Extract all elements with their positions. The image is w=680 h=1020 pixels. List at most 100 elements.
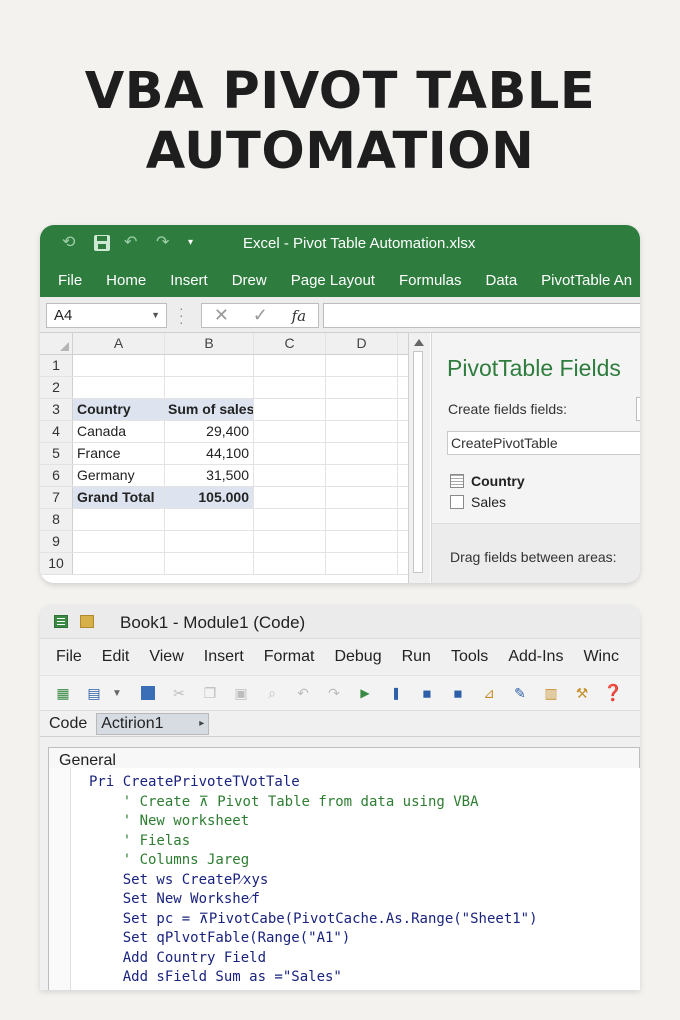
reset-icon[interactable]: ◼: [416, 683, 438, 703]
design-mode-icon[interactable]: ◼: [447, 683, 469, 703]
menu-debug[interactable]: Debug: [334, 648, 381, 666]
cell-a1[interactable]: [73, 355, 165, 376]
menu-format[interactable]: Format: [264, 648, 315, 666]
column-header-c[interactable]: C: [254, 333, 326, 354]
row-header[interactable]: 5: [40, 443, 73, 464]
break-icon[interactable]: ❚: [385, 683, 407, 703]
more-options-icon[interactable]: · · ·: [179, 301, 184, 329]
enter-icon[interactable]: ✓: [253, 305, 268, 326]
cell-a10[interactable]: [73, 553, 165, 574]
cell-d2[interactable]: [326, 377, 398, 398]
copy-icon[interactable]: ❐: [199, 683, 221, 703]
menu-insert[interactable]: Insert: [204, 648, 244, 666]
cancel-icon[interactable]: ✕: [214, 305, 229, 326]
ribbon-tab-insert[interactable]: Insert: [170, 272, 208, 289]
cell-c5[interactable]: [254, 443, 326, 464]
autosave-icon[interactable]: ⟲: [62, 234, 80, 252]
cell-d4[interactable]: [326, 421, 398, 442]
procedure-dropdown[interactable]: Actirion1 ▸: [96, 712, 210, 735]
pivot-value-header[interactable]: Sum of sales: [165, 399, 254, 420]
checkbox-icon[interactable]: [450, 495, 464, 509]
ribbon-tab-data[interactable]: Data: [485, 272, 517, 289]
pivot-field-country[interactable]: Country: [450, 473, 525, 489]
cell-b10[interactable]: [165, 553, 254, 574]
column-header-d[interactable]: D: [326, 333, 398, 354]
menu-file[interactable]: File: [56, 648, 82, 666]
cell-c6[interactable]: [254, 465, 326, 486]
grand-total-label[interactable]: Grand Total: [73, 487, 165, 508]
menu-view[interactable]: View: [149, 648, 183, 666]
ribbon-tab-draw[interactable]: Drew: [232, 272, 267, 289]
row-header[interactable]: 9: [40, 531, 73, 552]
help-icon[interactable]: ❓: [602, 683, 624, 703]
cell-a8[interactable]: [73, 509, 165, 530]
cell-a4[interactable]: Canada: [73, 421, 165, 442]
paste-icon[interactable]: ▣: [230, 683, 252, 703]
excel-icon[interactable]: ▦: [52, 683, 74, 703]
pivot-field-search-input[interactable]: CreatePivotTable: [447, 431, 640, 455]
cell-b8[interactable]: [165, 509, 254, 530]
row-header[interactable]: 6: [40, 465, 73, 486]
undo-icon[interactable]: ↶: [292, 683, 314, 703]
cell-b4[interactable]: 29,400: [165, 421, 254, 442]
project-explorer-icon[interactable]: ⊿: [478, 683, 500, 703]
cell-c8[interactable]: [254, 509, 326, 530]
grand-total-value[interactable]: 105.000: [165, 487, 254, 508]
toolbox-icon[interactable]: ⚒: [571, 683, 593, 703]
find-icon[interactable]: ⌕: [261, 683, 283, 703]
row-header[interactable]: 7: [40, 487, 73, 508]
ribbon-tab-page-layout[interactable]: Page Layout: [291, 272, 375, 289]
row-header[interactable]: 8: [40, 509, 73, 530]
cell-d8[interactable]: [326, 509, 398, 530]
row-header[interactable]: 1: [40, 355, 73, 376]
cell-c4[interactable]: [254, 421, 326, 442]
cell-b1[interactable]: [165, 355, 254, 376]
select-all-corner[interactable]: [40, 333, 73, 354]
customize-dropdown-icon[interactable]: ▾: [188, 234, 206, 252]
redo-icon[interactable]: ↷: [156, 234, 174, 252]
ribbon-tab-home[interactable]: Home: [106, 272, 146, 289]
undo-icon[interactable]: ↶: [124, 234, 142, 252]
cell-d7[interactable]: [326, 487, 398, 508]
margin-indicator-bar[interactable]: [49, 768, 71, 990]
cell-a2[interactable]: [73, 377, 165, 398]
vertical-scrollbar[interactable]: [408, 333, 430, 583]
pivot-field-sales[interactable]: Sales: [450, 494, 506, 510]
object-browser-icon[interactable]: ▥: [540, 683, 562, 703]
menu-window[interactable]: Winc: [583, 648, 619, 666]
scroll-up-icon[interactable]: [414, 339, 424, 346]
cell-c10[interactable]: [254, 553, 326, 574]
column-header-b[interactable]: B: [165, 333, 254, 354]
row-header[interactable]: 10: [40, 553, 73, 574]
chevron-down-icon[interactable]: ▼: [151, 310, 160, 320]
cell-d5[interactable]: [326, 443, 398, 464]
code-editor[interactable]: Pri CreatePrivoteTVotTale ' Create ⊼ Piv…: [48, 768, 640, 990]
ribbon-tab-file[interactable]: File: [58, 272, 82, 289]
cell-a9[interactable]: [73, 531, 165, 552]
cell-d6[interactable]: [326, 465, 398, 486]
save-icon[interactable]: [137, 683, 159, 703]
menu-add-ins[interactable]: Add-Ins: [508, 648, 563, 666]
pivot-row-header-country[interactable]: Country: [73, 399, 165, 420]
cut-icon[interactable]: ✂: [168, 683, 190, 703]
menu-run[interactable]: Run: [402, 648, 431, 666]
chevron-down-icon[interactable]: ▼: [106, 683, 128, 703]
cell-b5[interactable]: 44,100: [165, 443, 254, 464]
checkbox-checked-icon[interactable]: [450, 474, 464, 488]
cell-c1[interactable]: [254, 355, 326, 376]
menu-tools[interactable]: Tools: [451, 648, 488, 666]
row-header[interactable]: 3: [40, 399, 73, 420]
insert-userform-icon[interactable]: ▤: [83, 683, 105, 703]
code-text[interactable]: Pri CreatePrivoteTVotTale ' Create ⊼ Piv…: [89, 773, 538, 988]
cell-d9[interactable]: [326, 531, 398, 552]
properties-icon[interactable]: ✎: [509, 683, 531, 703]
row-header[interactable]: 4: [40, 421, 73, 442]
cell-a6[interactable]: Germany: [73, 465, 165, 486]
scrollbar-thumb[interactable]: [413, 351, 423, 573]
cell-a5[interactable]: France: [73, 443, 165, 464]
cell-c3[interactable]: [254, 399, 326, 420]
chevron-right-icon[interactable]: ▸: [199, 718, 204, 729]
cell-d10[interactable]: [326, 553, 398, 574]
formula-input[interactable]: [323, 303, 640, 328]
pivot-settings-button[interactable]: [636, 397, 640, 421]
